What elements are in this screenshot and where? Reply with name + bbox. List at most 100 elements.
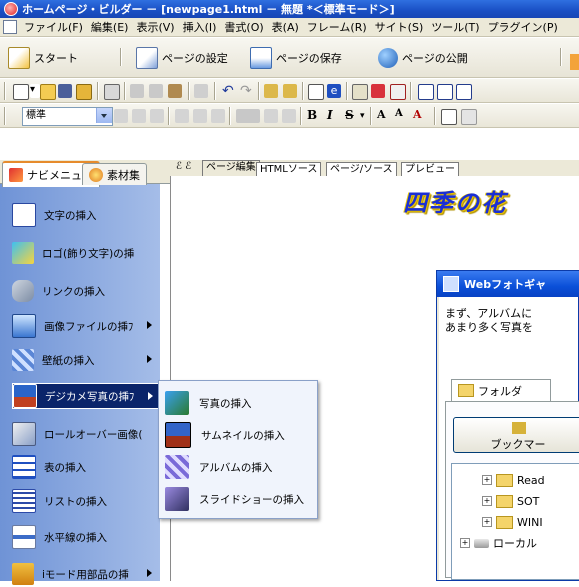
page-save-button[interactable]: ページの保存 [250, 46, 342, 70]
submenu-item-label: 写真の挿入 [199, 397, 252, 410]
redo-icon[interactable]: ↷ [240, 84, 254, 98]
italic-button[interactable]: I [327, 108, 333, 122]
menu-tools[interactable]: ツール(T) [427, 19, 483, 35]
tree-node[interactable]: + SOT [482, 493, 539, 509]
app-icon[interactable] [4, 2, 18, 16]
browser-preview-icon[interactable]: e [327, 84, 341, 98]
toolbar-separator [300, 107, 302, 125]
font-color-icon[interactable]: A [413, 108, 422, 121]
menu-site[interactable]: サイト(S) [371, 19, 428, 35]
open-folder-icon[interactable] [40, 84, 56, 100]
toolbar-separator [434, 107, 436, 125]
tab-folder[interactable]: フォルダ [451, 379, 551, 401]
submenu-insert-thumbnail[interactable]: サムネイルの挿入 [165, 421, 315, 449]
view-standard-icon[interactable] [418, 84, 434, 100]
expand-icon[interactable]: + [460, 538, 470, 548]
new-file-icon[interactable] [13, 84, 29, 100]
page-heading-logo[interactable]: 四季の花 [403, 183, 507, 218]
indent-increase-icon[interactable] [282, 109, 296, 123]
valign-middle-icon[interactable] [193, 109, 207, 123]
nav-item-insert-rollover-image[interactable]: ロールオーバー画像( [12, 421, 162, 447]
submenu-insert-album[interactable]: アルバムの挿入 [165, 453, 315, 481]
align-center-icon[interactable] [132, 109, 146, 123]
font-size-decrease-icon[interactable]: A [395, 108, 403, 119]
menu-file[interactable]: ファイル(F) [20, 19, 87, 35]
font-size-increase-icon[interactable]: A [377, 108, 386, 121]
publish-icon[interactable] [76, 84, 92, 100]
frame-icon[interactable] [308, 84, 324, 100]
nav-item-insert-link[interactable]: リンクの挿入 [12, 278, 162, 304]
move-up-icon[interactable] [264, 84, 278, 98]
tree-node[interactable]: + ローカル [460, 535, 537, 551]
nav-item-insert-logo[interactable]: ロゴ(飾り文字)の挿 [12, 240, 162, 266]
chevron-down-icon[interactable] [96, 108, 112, 123]
valign-bottom-icon[interactable] [211, 109, 225, 123]
nav-item-insert-table[interactable]: 表の挿入 [12, 454, 162, 480]
window-title: ホームページ・ビルダー － [newpage1.html － 無題 *＜標準モー… [22, 3, 395, 16]
bold-button[interactable]: B [307, 108, 317, 122]
save-disk-icon[interactable] [58, 84, 72, 98]
tree-node-label: SOT [517, 494, 540, 508]
expand-icon[interactable]: + [482, 517, 492, 527]
nav-item-insert-horizontal-rule[interactable]: 水平線の挿入 [12, 524, 162, 550]
tab-materials[interactable]: 素材集 [82, 163, 147, 185]
menu-insert[interactable]: 挿入(I) [179, 19, 221, 35]
tab-page-edit[interactable]: ページ編集 [202, 160, 260, 177]
list-style-icon[interactable] [236, 109, 260, 123]
insert-table-icon[interactable] [441, 109, 457, 125]
strikethrough-button[interactable]: S [345, 108, 354, 122]
eraser-icon[interactable] [194, 84, 208, 98]
view-source-icon[interactable] [456, 84, 472, 100]
image-tool-icon[interactable] [371, 84, 385, 98]
tree-node[interactable]: + Read [482, 472, 545, 488]
nav-item-insert-list[interactable]: リストの挿入 [12, 488, 162, 514]
submenu-insert-slideshow[interactable]: スライドショーの挿入 [165, 485, 315, 513]
table-property-icon[interactable] [461, 109, 477, 125]
indent-decrease-icon[interactable] [264, 109, 278, 123]
view-split-icon[interactable] [437, 84, 453, 100]
table-tool-icon[interactable] [390, 84, 406, 100]
copy-icon[interactable] [149, 84, 163, 98]
list-icon [12, 489, 36, 513]
align-left-icon[interactable] [114, 109, 128, 123]
menu-format[interactable]: 書式(O) [220, 19, 267, 35]
toolbar-overflow-icon[interactable] [570, 54, 579, 70]
bookmark-button-label: ブックマー [490, 438, 546, 451]
paragraph-style-select[interactable]: 標準 [22, 107, 113, 126]
nav-item-insert-imode-parts[interactable]: iモード用部品の挿 [12, 561, 162, 587]
tab-preview[interactable]: プレビュー [401, 162, 459, 177]
bookmark-button[interactable]: ブックマー [453, 417, 579, 453]
page-publish-button[interactable]: ページの公開 [378, 46, 468, 70]
expand-icon[interactable]: + [482, 475, 492, 485]
check-icon[interactable] [352, 84, 368, 100]
align-right-icon[interactable] [150, 109, 164, 123]
print-icon[interactable] [104, 84, 120, 100]
document-icon[interactable] [3, 20, 17, 34]
expand-icon[interactable]: + [482, 496, 492, 506]
chevron-down-icon[interactable]: ▾ [360, 109, 368, 123]
move-down-icon[interactable] [283, 84, 297, 98]
nav-item-insert-digicam-photo[interactable]: デジカメ写真の挿ﾌ [12, 383, 160, 409]
nav-item-insert-text[interactable]: 文字の挿入 [12, 202, 162, 228]
paste-icon[interactable] [168, 84, 182, 98]
tab-html-source[interactable]: HTMLソース [256, 162, 322, 177]
menu-view[interactable]: 表示(V) [132, 19, 178, 35]
folder-tree[interactable]: + Read + SOT + WINI + ローカル [451, 463, 579, 580]
tab-page-source[interactable]: ページ/ソース [326, 162, 397, 177]
undo-icon[interactable]: ↶ [222, 84, 236, 98]
menu-edit[interactable]: 編集(E) [87, 19, 133, 35]
new-dropdown-icon[interactable]: ▾ [30, 84, 40, 98]
submenu-insert-photo[interactable]: 写真の挿入 [165, 389, 315, 417]
edit-mode-icon[interactable]: ℰ ℰ [176, 161, 191, 172]
tree-node[interactable]: + WINI [482, 514, 543, 530]
page-settings-button[interactable]: ページの設定 [136, 46, 228, 70]
nav-item-insert-wallpaper[interactable]: 壁紙の挿入 [12, 347, 162, 373]
menu-table[interactable]: 表(A) [268, 19, 303, 35]
valign-top-icon[interactable] [175, 109, 189, 123]
nav-item-insert-image-file[interactable]: 画像ファイルの挿ﾌ [12, 313, 162, 339]
menu-frame[interactable]: フレーム(R) [303, 19, 371, 35]
chevron-right-icon [147, 321, 156, 329]
start-button[interactable]: スタート [8, 46, 78, 70]
cut-icon[interactable] [130, 84, 144, 98]
menu-plugin[interactable]: プラグイン(P) [484, 19, 562, 35]
